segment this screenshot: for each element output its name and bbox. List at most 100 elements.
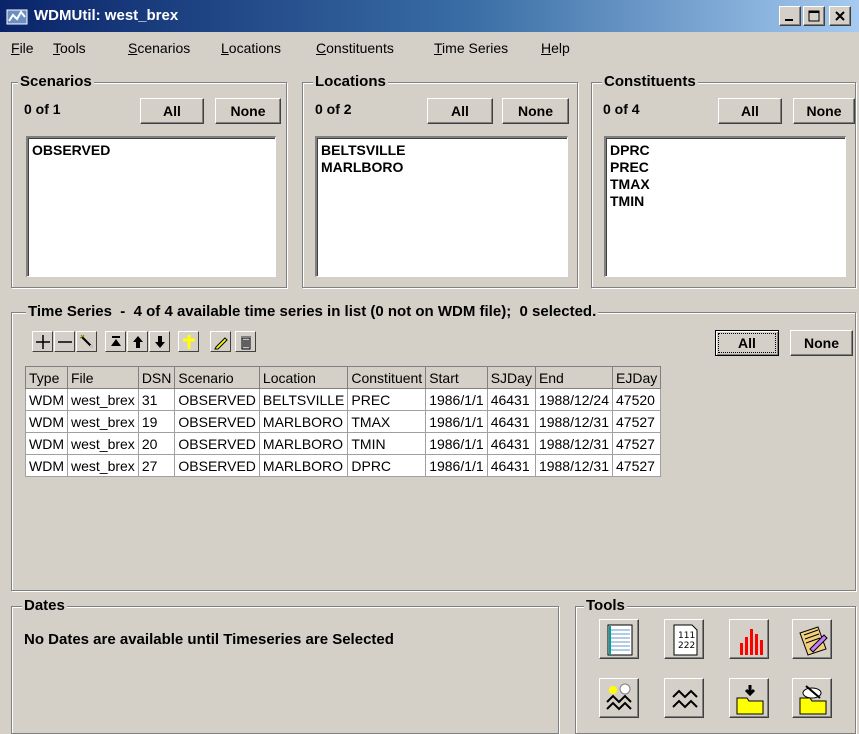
column-header[interactable]: Constituent: [347, 366, 427, 389]
locations-list[interactable]: BELTSVILLE MARLBORO: [315, 136, 568, 277]
table-cell[interactable]: WDM: [25, 388, 68, 411]
list-item[interactable]: TMAX: [610, 176, 841, 193]
table-cell[interactable]: 47527: [612, 410, 662, 433]
table-cell[interactable]: 27: [137, 454, 176, 477]
move-down-button[interactable]: [149, 331, 170, 352]
list-item[interactable]: PREC: [610, 159, 841, 176]
locations-all-button[interactable]: All: [427, 98, 493, 124]
menu-time-series[interactable]: Time Series: [434, 40, 508, 56]
move-up-button[interactable]: [127, 331, 148, 352]
scenarios-all-button[interactable]: All: [140, 98, 204, 124]
table-cell[interactable]: OBSERVED: [174, 388, 260, 411]
table-cell[interactable]: TMAX: [347, 410, 427, 433]
table-cell[interactable]: 46431: [486, 432, 536, 455]
constituents-list[interactable]: DPRC PREC TMAX TMIN: [604, 136, 846, 277]
graph-button[interactable]: [664, 678, 704, 718]
table-cell[interactable]: 1988/12/31: [534, 410, 614, 433]
table-cell[interactable]: 46431: [486, 388, 536, 411]
import-button[interactable]: [729, 678, 769, 718]
column-header[interactable]: Type: [25, 366, 68, 389]
list-button[interactable]: [599, 619, 639, 659]
generate-button[interactable]: [599, 678, 639, 718]
column-header[interactable]: EJDay: [612, 366, 662, 389]
list-item[interactable]: BELTSVILLE: [321, 142, 563, 159]
scenarios-list[interactable]: OBSERVED: [26, 136, 276, 277]
table-cell[interactable]: 47527: [612, 454, 662, 477]
table-row[interactable]: WDM west_brex 20 OBSERVED MARLBORO TMIN 1986/1…: [25, 432, 662, 455]
table-cell[interactable]: west_brex: [67, 432, 139, 455]
menu-constituents[interactable]: Constituents: [316, 40, 394, 56]
table-cell[interactable]: 1986/1/1: [425, 410, 488, 433]
maximize-button[interactable]: [803, 6, 825, 26]
table-cell[interactable]: OBSERVED: [174, 410, 260, 433]
constituents-none-button[interactable]: None: [793, 98, 855, 124]
table-row[interactable]: WDM west_brex 31 OBSERVED BELTSVILLE PREC 1986…: [25, 388, 662, 411]
remove-button[interactable]: [54, 331, 75, 352]
close-button[interactable]: [829, 6, 851, 26]
locations-none-button[interactable]: None: [502, 98, 569, 124]
magic-wand-button[interactable]: [76, 331, 97, 352]
table-cell[interactable]: 20: [137, 432, 176, 455]
edit-button[interactable]: [792, 619, 832, 659]
list-item[interactable]: TMIN: [610, 193, 841, 210]
column-header[interactable]: DSN: [137, 366, 176, 389]
menu-help[interactable]: Help: [541, 40, 570, 56]
pencil-button[interactable]: [210, 331, 231, 352]
minimize-button[interactable]: [779, 6, 801, 26]
table-cell[interactable]: MARLBORO: [258, 454, 349, 477]
column-header[interactable]: Scenario: [174, 366, 260, 389]
table-cell[interactable]: 1986/1/1: [425, 454, 488, 477]
timeseries-all-button[interactable]: All: [715, 330, 779, 356]
table-cell[interactable]: 47520: [612, 388, 662, 411]
add-button[interactable]: [32, 331, 53, 352]
table-cell[interactable]: west_brex: [67, 410, 139, 433]
table-cell[interactable]: 19: [137, 410, 176, 433]
table-cell[interactable]: west_brex: [67, 454, 139, 477]
table-cell[interactable]: WDM: [25, 432, 68, 455]
table-cell[interactable]: PREC: [347, 388, 427, 411]
table-cell[interactable]: 1986/1/1: [425, 432, 488, 455]
table-cell[interactable]: MARLBORO: [258, 432, 349, 455]
menu-file[interactable]: File: [11, 40, 34, 56]
table-cell[interactable]: 1988/12/24: [534, 388, 614, 411]
table-row[interactable]: WDM west_brex 27 OBSERVED MARLBORO DPRC 1986/1…: [25, 454, 662, 477]
list-item[interactable]: DPRC: [610, 142, 841, 159]
column-header[interactable]: Location: [258, 366, 349, 389]
table-cell[interactable]: TMIN: [347, 432, 427, 455]
table-cell[interactable]: DPRC: [347, 454, 427, 477]
table-cell[interactable]: 46431: [486, 410, 536, 433]
table-cell[interactable]: 1988/12/31: [534, 432, 614, 455]
export-button[interactable]: [792, 678, 832, 718]
constituents-all-button[interactable]: All: [718, 98, 782, 124]
menu-locations[interactable]: Locations: [221, 40, 281, 56]
table-button[interactable]: 111 222: [664, 619, 704, 659]
table-cell[interactable]: MARLBORO: [258, 410, 349, 433]
column-header[interactable]: SJDay: [486, 366, 536, 389]
table-cell[interactable]: BELTSVILLE: [258, 388, 349, 411]
scenarios-none-button[interactable]: None: [215, 98, 281, 124]
table-cell[interactable]: WDM: [25, 454, 68, 477]
table-cell[interactable]: 1988/12/31: [534, 454, 614, 477]
table-cell[interactable]: 46431: [486, 454, 536, 477]
column-header[interactable]: File: [67, 366, 139, 389]
timeseries-none-button[interactable]: None: [790, 330, 853, 356]
column-header[interactable]: Start: [425, 366, 488, 389]
table-cell[interactable]: OBSERVED: [174, 432, 260, 455]
bar-chart-button[interactable]: [729, 619, 769, 659]
trash-button[interactable]: [235, 331, 256, 352]
table-row[interactable]: WDM west_brex 19 OBSERVED MARLBORO TMAX 1986/1…: [25, 410, 662, 433]
table-cell[interactable]: west_brex: [67, 388, 139, 411]
column-header[interactable]: End: [534, 366, 614, 389]
list-item[interactable]: MARLBORO: [321, 159, 563, 176]
table-cell[interactable]: 47527: [612, 432, 662, 455]
table-cell[interactable]: OBSERVED: [174, 454, 260, 477]
list-item[interactable]: OBSERVED: [32, 142, 271, 159]
table-cell[interactable]: WDM: [25, 410, 68, 433]
cross-button[interactable]: [178, 331, 199, 352]
menu-tools[interactable]: Tools: [53, 40, 86, 56]
timeseries-grid[interactable]: Type File DSN Scenario Location Constituent St…: [25, 366, 847, 582]
table-cell[interactable]: 31: [137, 388, 176, 411]
menu-scenarios[interactable]: Scenarios: [128, 40, 190, 56]
table-cell[interactable]: 1986/1/1: [425, 388, 488, 411]
move-top-button[interactable]: [105, 331, 126, 352]
